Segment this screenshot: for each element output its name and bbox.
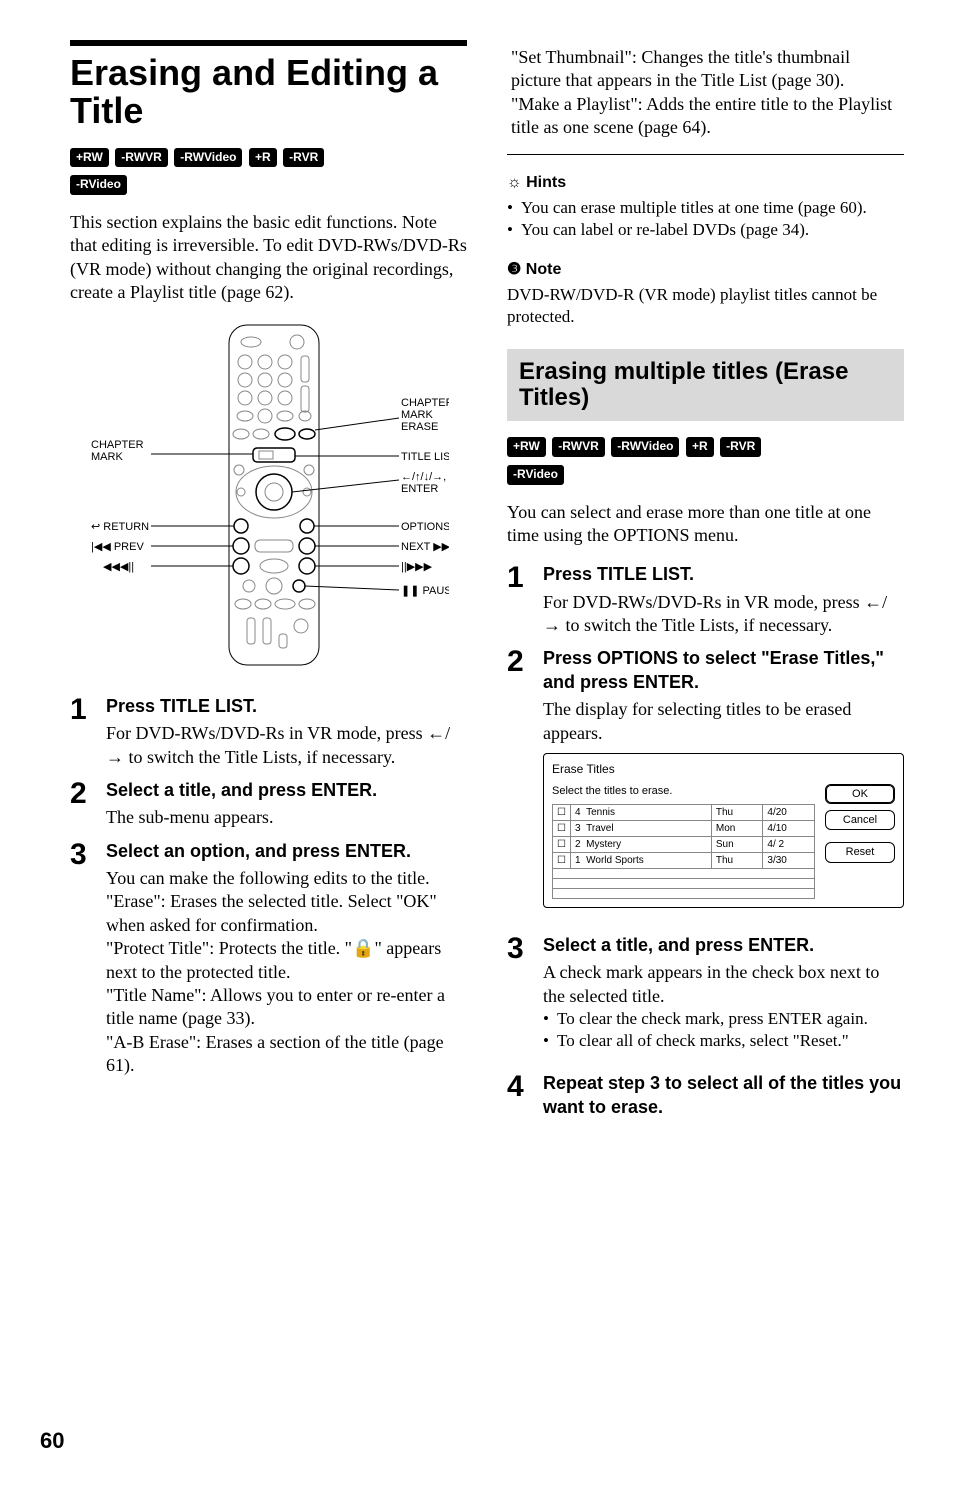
section-intro: You can select and erase more than one t… xyxy=(507,501,904,548)
table-row[interactable]: ☐ 4 Tennis Thu4/20 xyxy=(553,804,815,820)
hints-heading: Hints xyxy=(507,173,904,194)
label-options: OPTIONS xyxy=(401,521,449,533)
page-number: 60 xyxy=(40,1427,64,1456)
step-number: 3 xyxy=(507,934,543,964)
badge: +R xyxy=(249,148,277,168)
label-return: ↩ RETURN xyxy=(91,521,149,533)
dialog-subtitle: Select the titles to erase. xyxy=(552,784,815,798)
badge: -RVR xyxy=(283,148,324,168)
divider xyxy=(507,154,904,155)
label-step-back: ◀◀◀|| xyxy=(103,561,134,573)
step-number: 3 xyxy=(70,840,106,870)
heading-rule xyxy=(70,40,467,46)
badge: +RW xyxy=(507,437,546,457)
continuation-text: "Set Thumbnail": Changes the title's thu… xyxy=(507,46,904,140)
bullet-item: To clear all of check marks, select "Res… xyxy=(543,1030,904,1052)
step-number: 2 xyxy=(507,647,543,677)
step-heading: Select an option, and press ENTER. xyxy=(106,840,467,863)
disc-badges-group-2: +RW -RWVR -RWVideo +R -RVR -RVideo xyxy=(507,433,904,488)
step-heading: Select a title, and press ENTER. xyxy=(106,779,467,802)
step-text: A check mark appears in the check box ne… xyxy=(543,961,904,1008)
step-text: The display for selecting titles to be e… xyxy=(543,698,904,745)
badge: +R xyxy=(686,437,714,457)
hints-list: You can erase multiple titles at one tim… xyxy=(507,197,904,241)
step-right-3: 3 Select a title, and press ENTER. A che… xyxy=(507,934,904,1062)
step-heading: Press TITLE LIST. xyxy=(543,563,904,586)
title-table: ☐ 4 Tennis Thu4/20 ☐ 3 Travel Mon4/10 xyxy=(552,804,815,899)
svg-text:CHAPTER: CHAPTER xyxy=(401,397,449,409)
step-right-4: 4 Repeat step 3 to select all of the tit… xyxy=(507,1072,904,1123)
svg-text:MARK: MARK xyxy=(91,451,123,463)
intro-paragraph: This section explains the basic edit fun… xyxy=(70,211,467,305)
checkbox[interactable]: ☐ xyxy=(553,852,571,868)
remote-diagram: CHAPTER MARK ↩ RETURN |◀◀ PREV ◀◀◀|| CHA… xyxy=(70,320,467,676)
checkbox[interactable]: ☐ xyxy=(553,836,571,852)
step-heading: Press TITLE LIST. xyxy=(106,695,467,718)
table-row[interactable]: ☐ 1 World Sports Thu3/30 xyxy=(553,852,815,868)
erase-titles-dialog: Erase Titles Select the titles to erase.… xyxy=(543,753,904,908)
svg-text:ENTER: ENTER xyxy=(401,483,438,495)
label-next: NEXT ▶▶| xyxy=(401,541,449,553)
disc-badges-group-1: +RW -RWVR -RWVideo +R -RVR -RVideo xyxy=(70,144,467,199)
badge: -RWVideo xyxy=(174,148,242,168)
badge: +RW xyxy=(70,148,109,168)
step-bullets: To clear the check mark, press ENTER aga… xyxy=(543,1008,904,1052)
step-heading: Press OPTIONS to select "Erase Titles," … xyxy=(543,647,904,694)
checkbox[interactable]: ☐ xyxy=(553,820,571,836)
svg-text:MARK: MARK xyxy=(401,409,433,421)
section-title: Erasing multiple titles (Erase Titles) xyxy=(519,359,892,412)
label-step-fwd: ||▶▶▶ xyxy=(401,561,433,573)
step-heading: Select a title, and press ENTER. xyxy=(543,934,904,957)
step-text: For DVD-RWs/DVD-Rs in VR mode, press ←/→… xyxy=(543,591,904,638)
label-title-list: TITLE LIST xyxy=(401,451,449,463)
svg-text:ERASE: ERASE xyxy=(401,421,438,433)
badge: -RWVR xyxy=(115,148,167,168)
step-number: 2 xyxy=(70,779,106,809)
step-text: For DVD-RWs/DVD-Rs in VR mode, press ←/→… xyxy=(106,722,467,769)
label-chapter-mark: CHAPTER xyxy=(91,439,144,451)
badge: -RVideo xyxy=(507,465,564,485)
right-column: "Set Thumbnail": Changes the title's thu… xyxy=(507,40,904,1133)
step-right-1: 1 Press TITLE LIST. For DVD-RWs/DVD-Rs i… xyxy=(507,563,904,637)
label-prev: |◀◀ PREV xyxy=(91,541,144,553)
checkbox[interactable]: ☐ xyxy=(553,804,571,820)
badge: -RWVR xyxy=(552,437,604,457)
step-2: 2 Select a title, and press ENTER. The s… xyxy=(70,779,467,830)
reset-button[interactable]: Reset xyxy=(825,842,895,862)
left-column: Erasing and Editing a Title +RW -RWVR -R… xyxy=(70,40,467,1133)
main-title: Erasing and Editing a Title xyxy=(70,54,467,130)
label-pause: ❚❚ PAUSE xyxy=(401,585,449,597)
bullet-item: To clear the check mark, press ENTER aga… xyxy=(543,1008,904,1030)
note-heading: Note xyxy=(507,260,904,281)
step-3: 3 Select an option, and press ENTER. You… xyxy=(70,840,467,1078)
step-text: The sub-menu appears. xyxy=(106,806,467,829)
dialog-title: Erase Titles xyxy=(552,762,895,778)
badge: -RVideo xyxy=(70,175,127,195)
step-number: 1 xyxy=(507,563,543,593)
ok-button[interactable]: OK xyxy=(825,784,895,804)
step-text: You can make the following edits to the … xyxy=(106,867,467,1078)
note-text: DVD-RW/DVD-R (VR mode) playlist titles c… xyxy=(507,284,904,328)
step-number: 4 xyxy=(507,1072,543,1102)
hint-item: You can erase multiple titles at one tim… xyxy=(507,197,904,219)
step-right-2: 2 Press OPTIONS to select "Erase Titles,… xyxy=(507,647,904,923)
table-row[interactable]: ☐ 2 Mystery Sun4/ 2 xyxy=(553,836,815,852)
table-row[interactable]: ☐ 3 Travel Mon4/10 xyxy=(553,820,815,836)
cancel-button[interactable]: Cancel xyxy=(825,810,895,830)
badge: -RVR xyxy=(720,437,761,457)
section-heading-box: Erasing multiple titles (Erase Titles) xyxy=(507,349,904,422)
label-arrows: ←/↑/↓/→, xyxy=(401,471,446,483)
step-1: 1 Press TITLE LIST. For DVD-RWs/DVD-Rs i… xyxy=(70,695,467,769)
hint-item: You can label or re-label DVDs (page 34)… xyxy=(507,219,904,241)
step-number: 1 xyxy=(70,695,106,725)
step-heading: Repeat step 3 to select all of the title… xyxy=(543,1072,904,1119)
badge: -RWVideo xyxy=(611,437,679,457)
